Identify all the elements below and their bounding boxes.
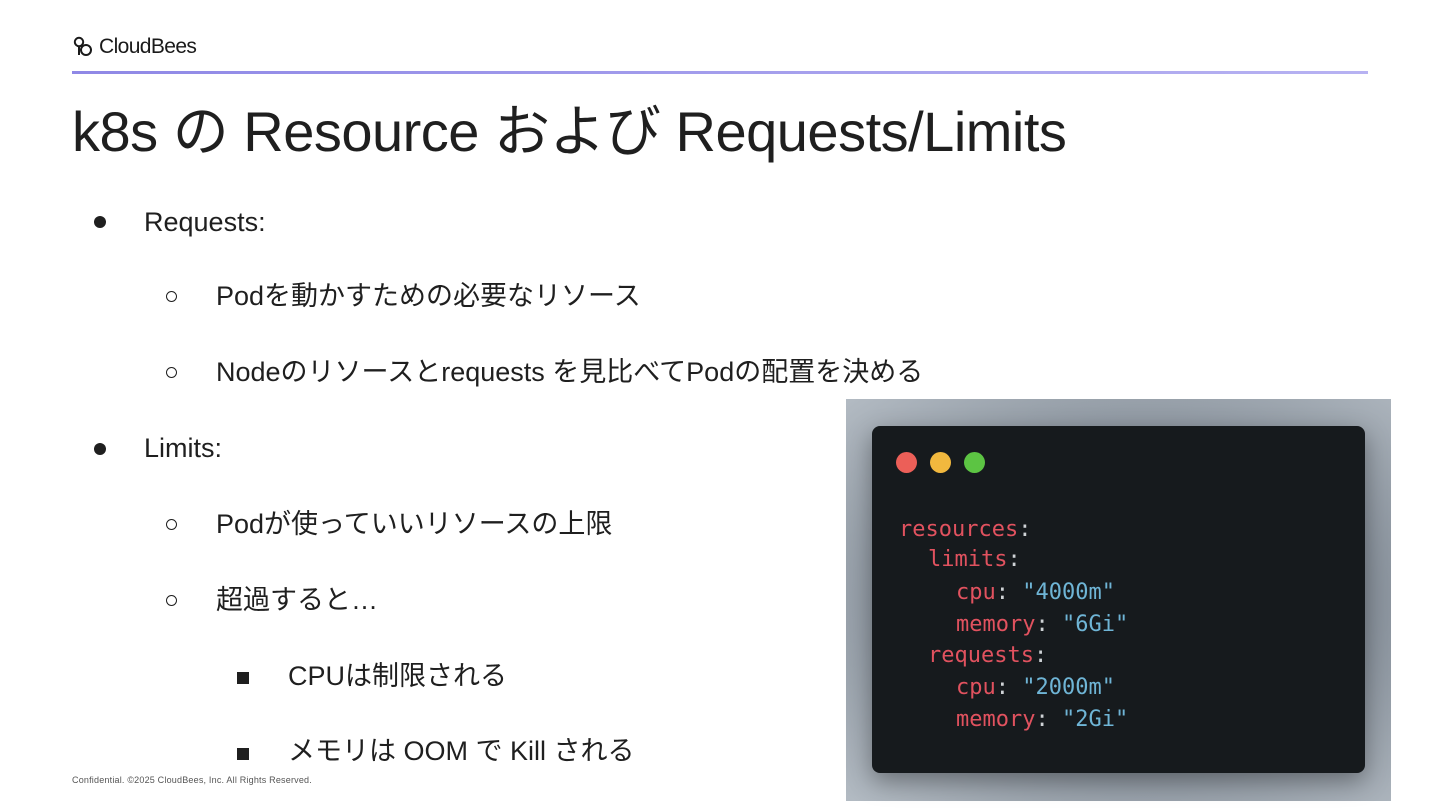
bullet-requests: Requests: xyxy=(144,207,266,237)
header-divider xyxy=(72,71,1368,74)
code-line-limits-memory: memory: "6Gi" xyxy=(956,612,1129,637)
code-line-requests-memory: memory: "2Gi" xyxy=(956,707,1129,732)
window-minimize-dot-icon xyxy=(930,452,951,473)
bullet-square-icon xyxy=(237,748,249,760)
footer-confidential: Confidential. ©2025 CloudBees, Inc. All … xyxy=(72,775,312,785)
logo-text: CloudBees xyxy=(99,35,197,58)
code-window: resources: limits: cpu: "4000m" memory: … xyxy=(872,426,1365,773)
cloudbees-logo-icon xyxy=(73,36,92,56)
bullet-circle-icon xyxy=(166,595,177,606)
bullet-requests-desc: Podを動かすための必要なリソース xyxy=(216,281,641,311)
bullet-limits: Limits: xyxy=(144,433,223,463)
bullet-limits-desc: Podが使っていいリソースの上限 xyxy=(216,509,613,539)
bullet-square-icon xyxy=(237,672,249,684)
bullet-requests-scheduling: Nodeのリソースとrequests を見比べてPodの配置を決める xyxy=(216,357,924,387)
code-line-requests: requests: xyxy=(928,643,1048,668)
bullet-circle-icon xyxy=(166,291,177,302)
bullet-memory-oom: メモリは OOM で Kill される xyxy=(288,736,635,766)
code-line-resources: resources: xyxy=(899,517,1032,542)
code-line-limits-cpu: cpu: "4000m" xyxy=(956,580,1115,605)
cloudbees-logo: CloudBees xyxy=(72,34,197,60)
window-close-dot-icon xyxy=(896,452,917,473)
slide-title: k8s の Resource および Requests/Limits xyxy=(72,100,1067,163)
bullet-circle-icon xyxy=(166,367,177,378)
bullet-disc-icon xyxy=(94,216,106,228)
bullet-disc-icon xyxy=(94,443,106,455)
bullet-circle-icon xyxy=(166,519,177,530)
bullet-limits-exceed: 超過すると… xyxy=(216,585,378,615)
bullet-cpu-throttled: CPUは制限される xyxy=(288,661,508,691)
code-line-requests-cpu: cpu: "2000m" xyxy=(956,675,1115,700)
window-maximize-dot-icon xyxy=(964,452,985,473)
code-line-limits: limits: xyxy=(928,547,1021,572)
